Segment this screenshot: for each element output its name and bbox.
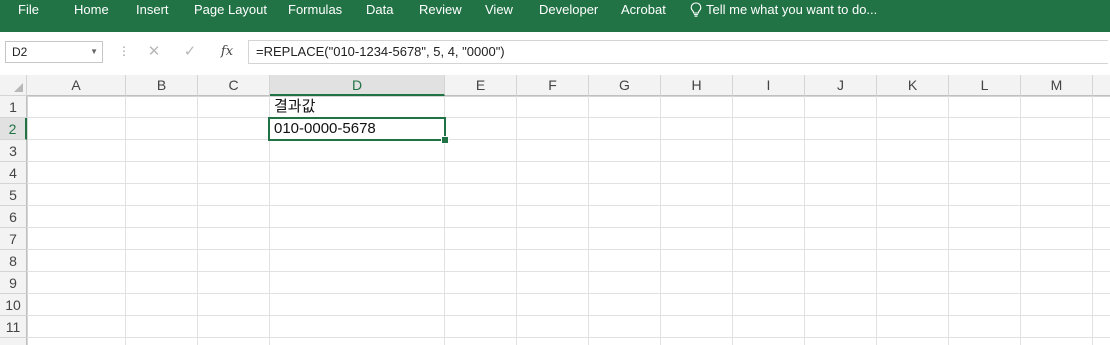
gridline <box>732 96 733 345</box>
row-header-9[interactable]: 9 <box>0 272 27 294</box>
gridline <box>27 337 1110 338</box>
row-header-10[interactable]: 10 <box>0 294 27 316</box>
tell-me-text: Tell me what you want to do... <box>706 2 878 17</box>
tab-formulas[interactable]: Formulas <box>288 0 342 20</box>
fill-handle[interactable] <box>441 136 449 144</box>
tab-data[interactable]: Data <box>366 0 393 20</box>
column-header-e[interactable]: E <box>445 75 517 96</box>
gridline <box>27 315 1110 316</box>
gridline <box>516 96 517 345</box>
formula-input[interactable]: =REPLACE("010-1234-5678", 5, 4, "0000") <box>248 40 1108 64</box>
gridline <box>1092 96 1093 345</box>
gridline <box>27 227 1110 228</box>
gridline <box>27 183 1110 184</box>
column-header-k[interactable]: K <box>877 75 949 96</box>
gridline <box>660 96 661 345</box>
row-header-2[interactable]: 2 <box>0 118 27 140</box>
column-header-n[interactable] <box>1093 75 1110 96</box>
gridline <box>27 161 1110 162</box>
column-header-d[interactable]: D <box>270 75 445 96</box>
column-header-l[interactable]: L <box>949 75 1021 96</box>
row-header-8[interactable]: 8 <box>0 250 27 272</box>
gridline <box>197 96 198 345</box>
gridline <box>27 205 1110 206</box>
row-header-7[interactable]: 7 <box>0 228 27 250</box>
cell-selection-border <box>268 117 446 141</box>
column-header-b[interactable]: B <box>126 75 198 96</box>
cell-area[interactable]: 결과값 010-0000-5678 <box>27 96 1110 345</box>
tab-file[interactable]: File <box>18 0 39 20</box>
tab-review[interactable]: Review <box>419 0 462 20</box>
column-header-j[interactable]: J <box>805 75 877 96</box>
spreadsheet-grid: A B C D E F G H I J K L M 1 2 3 4 5 6 7 … <box>0 75 1110 345</box>
gridline <box>804 96 805 345</box>
row-header-11[interactable]: 11 <box>0 316 27 338</box>
gridline <box>27 139 1110 140</box>
gridline <box>1020 96 1021 345</box>
column-header-f[interactable]: F <box>517 75 589 96</box>
gridline <box>27 271 1110 272</box>
column-header-m[interactable]: M <box>1021 75 1093 96</box>
gridline <box>125 96 126 345</box>
cancel-icon[interactable]: ✕ <box>141 41 167 63</box>
ribbon-tab-bar: File Home Insert Page Layout Formulas Da… <box>0 0 1110 32</box>
tab-page-layout[interactable]: Page Layout <box>194 0 267 20</box>
gridline <box>876 96 877 345</box>
tell-me-search[interactable]: Tell me what you want to do... <box>690 0 877 20</box>
name-box-value: D2 <box>12 45 28 59</box>
cell-d1[interactable]: 결과값 <box>270 96 444 118</box>
tab-view[interactable]: View <box>485 0 513 20</box>
gridline <box>27 249 1110 250</box>
column-header-a[interactable]: A <box>27 75 126 96</box>
chevron-down-icon[interactable]: ▼ <box>90 42 98 62</box>
name-box[interactable]: D2 ▼ <box>5 41 103 63</box>
row-header-1[interactable]: 1 <box>0 96 27 118</box>
tab-insert[interactable]: Insert <box>136 0 169 20</box>
enter-icon[interactable]: ✓ <box>177 41 203 63</box>
tab-developer[interactable]: Developer <box>539 0 598 20</box>
insert-function-button[interactable]: fx <box>214 41 240 63</box>
gridline <box>948 96 949 345</box>
formula-bar-grip-icon[interactable]: ⋮ <box>118 41 130 61</box>
row-header-3[interactable]: 3 <box>0 140 27 162</box>
formula-text: =REPLACE("010-1234-5678", 5, 4, "0000") <box>256 44 505 59</box>
formula-bar-row: D2 ▼ ⋮ ✕ ✓ fx =REPLACE("010-1234-5678", … <box>0 32 1110 75</box>
row-header-12[interactable] <box>0 338 27 345</box>
select-all-button[interactable] <box>0 75 27 96</box>
gridline <box>27 293 1110 294</box>
gridline <box>27 117 1110 118</box>
tab-acrobat[interactable]: Acrobat <box>621 0 666 20</box>
column-header-h[interactable]: H <box>661 75 733 96</box>
column-header-c[interactable]: C <box>198 75 270 96</box>
row-header-6[interactable]: 6 <box>0 206 27 228</box>
tab-home[interactable]: Home <box>74 0 109 20</box>
row-header-5[interactable]: 5 <box>0 184 27 206</box>
column-header-g[interactable]: G <box>589 75 661 96</box>
lightbulb-icon <box>690 2 702 17</box>
gridline <box>588 96 589 345</box>
row-header-4[interactable]: 4 <box>0 162 27 184</box>
column-header-i[interactable]: I <box>733 75 805 96</box>
